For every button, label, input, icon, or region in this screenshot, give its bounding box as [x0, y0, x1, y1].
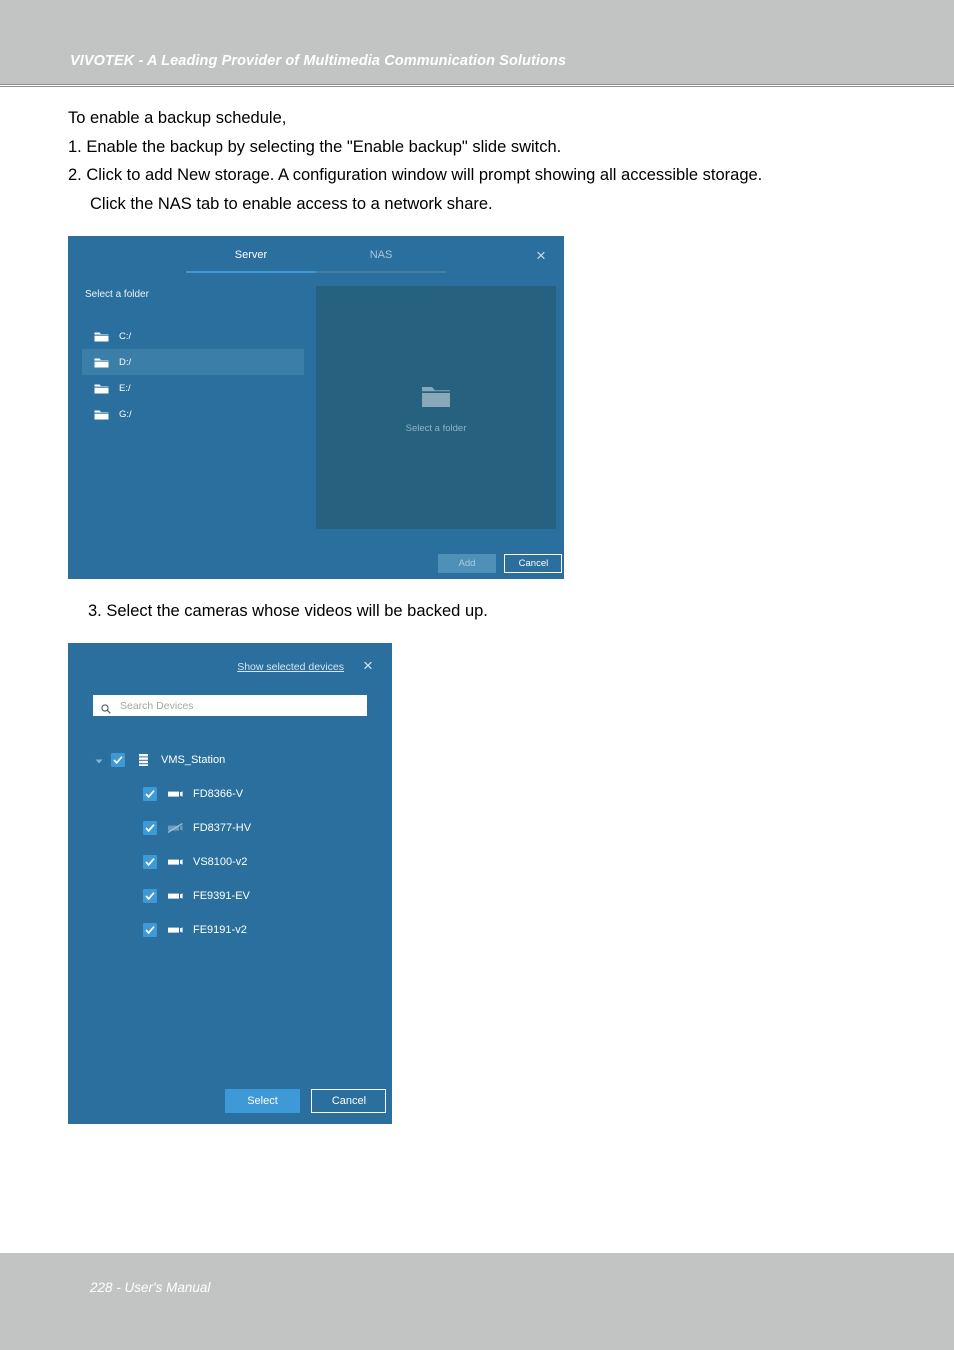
camera-icon	[167, 889, 184, 903]
device-label: VMS_Station	[161, 754, 226, 766]
tab-nas-label: NAS	[369, 249, 393, 261]
search-icon	[101, 701, 111, 714]
manual-page: VIVOTEK - A Leading Provider of Multimed…	[0, 0, 954, 1350]
folder-row[interactable]: E:/	[82, 375, 304, 401]
dialog-tabs: Server NAS	[186, 245, 446, 275]
folder-label: G:/	[119, 408, 132, 420]
page-footer-band	[0, 1253, 954, 1350]
checkbox-device[interactable]	[143, 787, 157, 801]
step-1: 1. Enable the backup by selecting the "E…	[68, 137, 562, 156]
server-icon	[135, 753, 152, 767]
folder-icon	[421, 387, 451, 412]
device-label: FD8366-V	[193, 788, 244, 800]
folder-preview-pane: Select a folder	[316, 286, 556, 529]
storage-dialog-actions: Add Cancel	[438, 553, 563, 573]
checkbox-device[interactable]	[143, 855, 157, 869]
folder-label: D:/	[119, 356, 132, 368]
storage-configuration-dialog: Server NAS × Select a folder C:/ D:/ E:/…	[68, 236, 564, 579]
device-selection-dialog: Show selected devices × VMS_Station	[68, 643, 392, 1124]
tab-server[interactable]: Server	[186, 245, 316, 273]
device-label: FD8377-HV	[193, 822, 252, 834]
tree-row-root[interactable]: VMS_Station	[93, 743, 373, 777]
show-selected-devices-link[interactable]: Show selected devices	[237, 661, 344, 673]
checkbox-vms-station[interactable]	[111, 753, 125, 767]
close-icon[interactable]: ×	[531, 246, 551, 266]
device-dialog-actions: Select Cancel	[225, 1089, 387, 1113]
step-2-line-1: 2. Click to add New storage. A configura…	[68, 166, 763, 184]
checkbox-device[interactable]	[143, 923, 157, 937]
search-input[interactable]	[120, 699, 367, 712]
folder-icon	[94, 356, 109, 368]
step-3: 3. Select the cameras whose videos will …	[88, 602, 488, 620]
camera-icon	[167, 855, 184, 869]
folder-label: C:/	[119, 330, 132, 342]
folder-label: E:/	[119, 382, 131, 394]
folder-icon	[94, 382, 109, 394]
folder-row[interactable]: D:/	[82, 349, 304, 375]
tab-nas[interactable]: NAS	[316, 245, 446, 273]
folder-icon	[94, 408, 109, 420]
camera-offline-icon	[167, 821, 184, 835]
tree-row-device[interactable]: FE9191-v2	[93, 913, 373, 947]
tree-row-device[interactable]: VS8100-v2	[93, 845, 373, 879]
checkbox-device[interactable]	[143, 821, 157, 835]
folder-row[interactable]: C:/	[82, 323, 304, 349]
folder-empty-state-label: Select a folder	[405, 423, 467, 434]
device-label: FE9391-EV	[193, 890, 250, 902]
tab-server-label: Server	[234, 249, 268, 261]
cancel-button[interactable]: Cancel	[504, 554, 563, 573]
camera-icon	[167, 923, 184, 937]
folder-row[interactable]: G:/	[82, 401, 304, 427]
tree-row-device[interactable]: FE9391-EV	[93, 879, 373, 913]
add-button[interactable]: Add	[438, 554, 496, 573]
page-footer-text: 228 - User's Manual	[90, 1280, 211, 1295]
camera-icon	[167, 787, 184, 801]
select-button[interactable]: Select	[225, 1089, 300, 1113]
device-label: VS8100-v2	[193, 856, 248, 868]
step-2-line-2: Click the NAS tab to enable access to a …	[90, 194, 493, 213]
intro-line: To enable a backup schedule,	[68, 109, 287, 127]
instructions-block: To enable a backup schedule, 1. Enable t…	[68, 104, 908, 218]
tree-row-device[interactable]: FD8377-HV	[93, 811, 373, 845]
checkbox-device[interactable]	[143, 889, 157, 903]
close-icon[interactable]: ×	[358, 656, 378, 676]
tab-server-underline	[186, 271, 316, 273]
page-header-band	[0, 0, 954, 84]
device-tree: VMS_Station FD8366-V FD8377-HV VS8100-v2…	[93, 743, 373, 947]
device-label: FE9191-v2	[193, 924, 247, 936]
page-header-title: VIVOTEK - A Leading Provider of Multimed…	[70, 53, 567, 69]
tab-nas-underline	[316, 271, 446, 273]
folder-icon	[94, 330, 109, 342]
header-divider	[0, 84, 954, 87]
chevron-down-icon[interactable]	[93, 754, 105, 766]
folder-empty-state: Select a folder	[316, 384, 556, 434]
folder-list-heading: Select a folder	[85, 289, 149, 300]
folder-list: C:/ D:/ E:/ G:/	[82, 323, 304, 427]
tree-row-device[interactable]: FD8366-V	[93, 777, 373, 811]
cancel-button[interactable]: Cancel	[311, 1089, 387, 1113]
search-devices-field[interactable]	[93, 695, 367, 716]
